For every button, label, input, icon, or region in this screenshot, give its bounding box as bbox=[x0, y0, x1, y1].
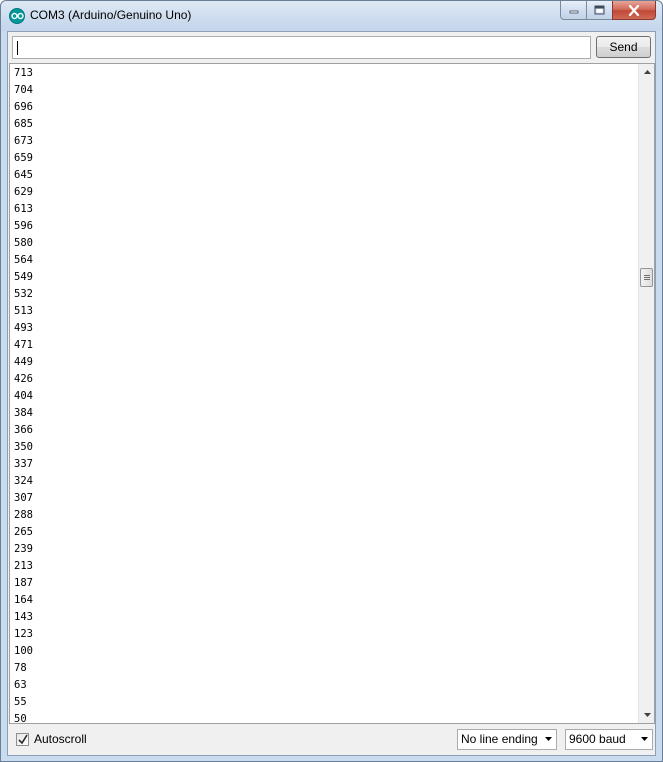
scroll-down-arrow-icon bbox=[643, 713, 651, 717]
serial-output-line: 307 bbox=[14, 492, 33, 504]
baud-rate-value: 9600 baud bbox=[569, 732, 626, 746]
window-title: COM3 (Arduino/Genuino Uno) bbox=[30, 8, 192, 22]
serial-output-line: 239 bbox=[14, 543, 33, 555]
autoscroll-option[interactable]: Autoscroll bbox=[16, 732, 87, 746]
serial-output-line: 673 bbox=[14, 135, 33, 147]
serial-output-line: 123 bbox=[14, 628, 33, 640]
minimize-icon bbox=[569, 10, 578, 14]
serial-output-line: 471 bbox=[14, 339, 33, 351]
serial-output-line: 713 bbox=[14, 67, 33, 79]
serial-output-line: 596 bbox=[14, 220, 33, 232]
vertical-scrollbar[interactable] bbox=[638, 64, 654, 723]
serial-output-line: 78 bbox=[14, 662, 27, 674]
arduino-logo-icon bbox=[9, 8, 25, 24]
grip-line bbox=[644, 277, 650, 278]
serial-output-line: 143 bbox=[14, 611, 33, 623]
serial-output-line: 164 bbox=[14, 594, 33, 606]
line-ending-select[interactable]: No line ending bbox=[457, 729, 557, 750]
maximize-icon bbox=[594, 5, 605, 15]
baud-rate-select[interactable]: 9600 baud bbox=[565, 729, 653, 750]
serial-output-line: 265 bbox=[14, 526, 33, 538]
serial-output-line: 564 bbox=[14, 254, 33, 266]
chevron-down-icon bbox=[545, 737, 552, 741]
scroll-up-arrow-icon bbox=[643, 70, 651, 74]
serial-output-line: 532 bbox=[14, 288, 33, 300]
chevron-down-icon bbox=[641, 737, 648, 741]
serial-output-area[interactable]: 713 704 696 685 673 659 645 629 613 596 580 564 549 5… bbox=[9, 63, 655, 724]
serial-output-line: 513 bbox=[14, 305, 33, 317]
serial-output-line: 685 bbox=[14, 118, 33, 130]
serial-output-line: 63 bbox=[14, 679, 27, 691]
serial-output-line: 549 bbox=[14, 271, 33, 283]
serial-output-lines: 713 704 696 685 673 659 645 629 613 596 580 564 549 5… bbox=[14, 64, 33, 724]
serial-output-line: 288 bbox=[14, 509, 33, 521]
serial-output-line: 55 bbox=[14, 696, 27, 708]
close-icon bbox=[628, 4, 640, 16]
serial-output-line: 100 bbox=[14, 645, 33, 657]
grip-line bbox=[644, 275, 650, 276]
serial-output-line: 187 bbox=[14, 577, 33, 589]
serial-output-line: 337 bbox=[14, 458, 33, 470]
serial-output-line: 659 bbox=[14, 152, 33, 164]
title-bar[interactable]: COM3 (Arduino/Genuino Uno) bbox=[1, 1, 662, 31]
serial-output-line: 366 bbox=[14, 424, 33, 436]
text-caret bbox=[17, 41, 18, 55]
line-ending-value: No line ending bbox=[461, 732, 538, 746]
scroll-down-button[interactable] bbox=[639, 707, 654, 723]
checkmark-icon bbox=[18, 734, 28, 744]
serial-output-line: 449 bbox=[14, 356, 33, 368]
serial-output-line: 404 bbox=[14, 390, 33, 402]
window-controls bbox=[560, 1, 656, 21]
serial-monitor-panel: Send 713 704 696 685 673 659 645 629 613 596 580 56… bbox=[7, 31, 656, 756]
minimize-button[interactable] bbox=[560, 1, 586, 20]
grip-line bbox=[644, 279, 650, 280]
serial-output-line: 629 bbox=[14, 186, 33, 198]
scroll-thumb[interactable] bbox=[640, 268, 653, 287]
serial-output-line: 493 bbox=[14, 322, 33, 334]
serial-output-line: 213 bbox=[14, 560, 33, 572]
serial-output-line: 50 bbox=[14, 713, 27, 724]
send-text-input[interactable] bbox=[12, 36, 591, 59]
serial-output-line: 426 bbox=[14, 373, 33, 385]
serial-output-line: 645 bbox=[14, 169, 33, 181]
serial-output-line: 696 bbox=[14, 101, 33, 113]
scroll-up-button[interactable] bbox=[639, 64, 654, 80]
autoscroll-label: Autoscroll bbox=[34, 732, 87, 746]
serial-output-line: 324 bbox=[14, 475, 33, 487]
autoscroll-checkbox[interactable] bbox=[16, 732, 29, 746]
serial-output-line: 580 bbox=[14, 237, 33, 249]
maximize-button[interactable] bbox=[586, 1, 612, 20]
serial-output-line: 384 bbox=[14, 407, 33, 419]
close-button[interactable] bbox=[612, 1, 656, 20]
serial-output-line: 704 bbox=[14, 84, 33, 96]
serial-output-line: 350 bbox=[14, 441, 33, 453]
serial-monitor-window: COM3 (Arduino/Genuino Uno) Send 713 704 … bbox=[0, 0, 663, 762]
serial-output-line: 613 bbox=[14, 203, 33, 215]
send-button[interactable]: Send bbox=[596, 36, 651, 58]
